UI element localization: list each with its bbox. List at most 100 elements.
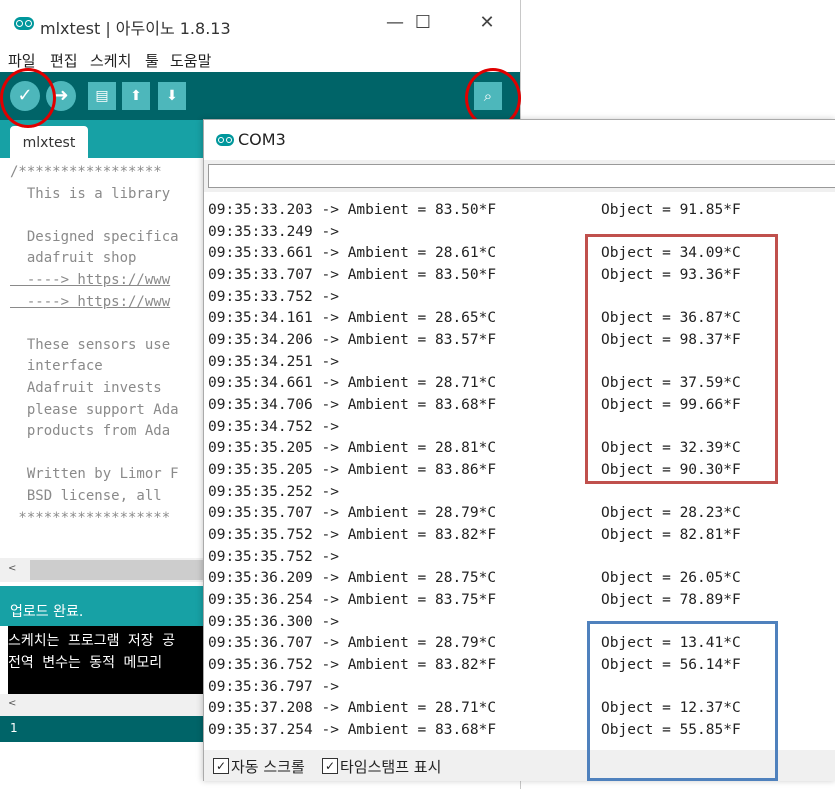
- serial-ambient: Ambient = 28.79*C: [347, 635, 497, 652]
- serial-timestamp: 09:35:34.752: [208, 418, 313, 435]
- serial-arrow: ->: [312, 505, 348, 522]
- serial-row: 09:35:35.752 -> Ambient = 83.82*F Object …: [208, 525, 741, 546]
- serial-titlebar: COM3: [204, 120, 835, 160]
- code-line: products from Ada: [10, 423, 171, 440]
- serial-timestamp: 09:35:35.252: [208, 483, 313, 500]
- maximize-button[interactable]: ☐: [408, 10, 438, 36]
- serial-ambient: Ambient = 28.71*C: [347, 375, 497, 392]
- ide-status-bar: 업로드 완료.: [0, 586, 210, 626]
- serial-timestamp: 09:35:36.707: [208, 635, 313, 652]
- serial-arrow: ->: [312, 375, 348, 392]
- serial-row: 09:35:36.254 -> Ambient = 83.75*F Object …: [208, 590, 741, 611]
- code-line: adafruit shop: [10, 250, 137, 267]
- serial-arrow: ->: [312, 288, 348, 305]
- serial-arrow: ->: [312, 202, 348, 218]
- code-line: Written by Limor F: [10, 466, 179, 483]
- menu-edit[interactable]: 편집: [50, 50, 78, 71]
- serial-arrow: ->: [312, 245, 348, 262]
- serial-window-title: COM3: [238, 130, 286, 149]
- serial-arrow: ->: [312, 223, 348, 240]
- serial-timestamp: 09:35:35.205: [208, 440, 313, 457]
- serial-timestamp: 09:35:36.300: [208, 613, 313, 630]
- serial-arrow: ->: [312, 700, 348, 717]
- serial-row: 09:35:33.203 -> Ambient = 83.50*F Object …: [208, 200, 741, 221]
- serial-timestamp: 09:35:36.254: [208, 592, 313, 609]
- serial-arrow: ->: [312, 678, 348, 695]
- serial-arrow: ->: [312, 332, 348, 349]
- menu-sketch[interactable]: 스케치: [90, 50, 131, 71]
- scrollbar-thumb[interactable]: [30, 560, 210, 580]
- serial-ambient: Ambient = 83.50*F: [347, 202, 497, 218]
- console-line: 스케치는 프로그램 저장 공: [8, 633, 175, 649]
- serial-timestamp: 09:35:34.161: [208, 310, 313, 327]
- tab-mlxtest[interactable]: mlxtest: [10, 126, 88, 158]
- serial-row: 09:35:34.661 -> Ambient = 28.71*C Object …: [208, 373, 741, 394]
- open-sketch-button[interactable]: ⬆: [122, 82, 150, 110]
- serial-row: 09:35:34.706 -> Ambient = 83.68*F Object …: [208, 395, 741, 416]
- editor-horizontal-scrollbar[interactable]: <: [0, 558, 210, 582]
- code-line: This is a library: [10, 185, 171, 202]
- code-line: These sensors use: [10, 336, 171, 353]
- ide-toolbar: ✓ ➜ ▤ ⬆ ⬇ ⌕: [0, 72, 520, 120]
- serial-arrow: ->: [312, 483, 348, 500]
- serial-row: 09:35:33.707 -> Ambient = 83.50*F Object …: [208, 265, 741, 286]
- menu-bar: 파일 편집 스케치 툴 도움말: [0, 46, 520, 72]
- serial-row: 09:35:35.707 -> Ambient = 28.79*C Object …: [208, 503, 741, 524]
- serial-ambient: Ambient = 83.75*F: [347, 592, 497, 609]
- save-sketch-button[interactable]: ⬇: [158, 82, 186, 110]
- serial-ambient: Ambient = 28.81*C: [347, 440, 497, 457]
- serial-timestamp: 09:35:37.254: [208, 722, 313, 739]
- code-line: Adafruit invests: [10, 380, 162, 396]
- autoscroll-checkbox[interactable]: ✓: [213, 758, 229, 774]
- code-line: ----> https://www: [10, 272, 171, 288]
- serial-row: 09:35:36.797 ->: [208, 677, 348, 698]
- arduino-logo-icon: [216, 134, 234, 146]
- code-line: Designed specifica: [10, 228, 179, 245]
- console-horizontal-scrollbar[interactable]: <: [0, 694, 210, 716]
- console-line: 전역 변수는 동적 메모리: [8, 655, 163, 671]
- serial-timestamp: 09:35:34.251: [208, 353, 313, 370]
- serial-ambient: Ambient = 83.68*F: [347, 722, 497, 739]
- serial-ambient: Ambient = 28.71*C: [347, 700, 497, 717]
- serial-row: 09:35:35.205 -> Ambient = 83.86*F Object …: [208, 460, 741, 481]
- scroll-left-icon[interactable]: <: [8, 698, 16, 709]
- close-button[interactable]: ✕: [472, 10, 502, 36]
- serial-row: 09:35:36.209 -> Ambient = 28.75*C Object …: [208, 568, 741, 589]
- serial-timestamp: 09:35:33.707: [208, 267, 313, 283]
- serial-timestamp: 09:35:36.209: [208, 570, 313, 587]
- serial-arrow: ->: [312, 397, 348, 414]
- ide-console: 스케치는 프로그램 저장 공 전역 변수는 동적 메모리: [8, 626, 210, 694]
- serial-ambient: Ambient = 83.82*F: [347, 527, 497, 544]
- serial-arrow: ->: [312, 527, 348, 544]
- serial-ambient: Ambient = 83.50*F: [347, 267, 497, 283]
- serial-timestamp: 09:35:33.752: [208, 288, 313, 305]
- serial-row: 09:35:33.249 ->: [208, 222, 348, 243]
- menu-help[interactable]: 도움말: [170, 50, 211, 71]
- ide-titlebar: mlxtest | 아두이노 1.8.13 — ☐ ✕: [0, 0, 520, 46]
- ide-bottom-bar: 1: [0, 716, 210, 742]
- serial-arrow: ->: [312, 267, 348, 283]
- serial-timestamp: 09:35:33.661: [208, 245, 313, 262]
- serial-arrow: ->: [312, 722, 348, 739]
- code-line: BSD license, all: [10, 488, 162, 504]
- serial-row: 09:35:33.752 ->: [208, 287, 348, 308]
- minimize-button[interactable]: —: [380, 10, 410, 36]
- serial-row: 09:35:35.252 ->: [208, 482, 348, 503]
- serial-ambient: Ambient = 83.68*F: [347, 397, 497, 414]
- serial-arrow: ->: [312, 635, 348, 652]
- serial-arrow: ->: [312, 570, 348, 587]
- new-sketch-button[interactable]: ▤: [88, 82, 116, 110]
- serial-ambient: Ambient = 83.82*F: [347, 657, 497, 674]
- scroll-left-icon[interactable]: <: [8, 563, 16, 574]
- serial-arrow: ->: [312, 657, 348, 674]
- menu-tools[interactable]: 툴: [145, 50, 159, 71]
- serial-row: 09:35:36.707 -> Ambient = 28.79*C Object …: [208, 633, 741, 654]
- timestamp-checkbox[interactable]: ✓: [322, 758, 338, 774]
- serial-send-input[interactable]: [208, 164, 835, 188]
- serial-row: 09:35:34.251 ->: [208, 352, 348, 373]
- serial-timestamp: 09:35:34.661: [208, 375, 313, 392]
- serial-arrow: ->: [312, 418, 348, 435]
- serial-object: Object = 82.81*F: [601, 527, 741, 544]
- serial-arrow: ->: [312, 440, 348, 457]
- serial-ambient: Ambient = 83.57*F: [347, 332, 497, 349]
